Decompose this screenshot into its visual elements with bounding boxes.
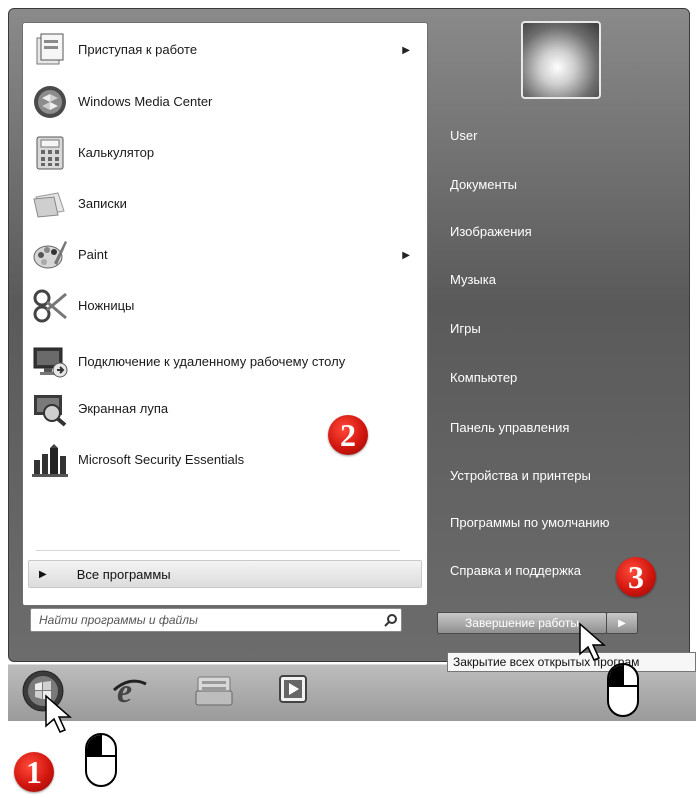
divider bbox=[36, 550, 400, 551]
mouse-left-click-icon bbox=[607, 663, 639, 717]
triangle-right-icon: ▶ bbox=[618, 617, 626, 629]
program-label: Microsoft Security Essentials bbox=[78, 452, 245, 467]
program-label: Windows Media Center bbox=[78, 94, 213, 109]
callout-3: 3 bbox=[616, 557, 656, 597]
all-programs-button[interactable]: ▶ Все программы bbox=[28, 560, 422, 588]
program-label: Подключение к удаленному рабочему столу bbox=[78, 354, 346, 369]
right-item-music[interactable]: Музыка bbox=[450, 272, 496, 287]
program-item-getting-started[interactable]: Приступая к работе ▶ bbox=[30, 28, 420, 72]
cursor-arrow-icon bbox=[45, 694, 72, 733]
cursor-arrow-icon bbox=[579, 622, 606, 661]
taskbar-media-player[interactable] bbox=[276, 672, 310, 706]
program-item-calculator[interactable]: Калькулятор bbox=[30, 131, 420, 175]
search-placeholder: Найти программы и файлы bbox=[39, 613, 198, 627]
user-avatar[interactable] bbox=[521, 21, 601, 99]
search-input[interactable]: Найти программы и файлы bbox=[30, 608, 402, 632]
magnifier-icon bbox=[30, 389, 70, 429]
right-item-default-programs[interactable]: Программы по умолчанию bbox=[450, 515, 609, 530]
shutdown-options-button[interactable]: ▶ bbox=[606, 612, 638, 634]
media-center-icon bbox=[30, 82, 70, 122]
triangle-right-icon: ▶ bbox=[39, 568, 47, 580]
taskbar-explorer[interactable] bbox=[192, 670, 236, 710]
media-player-icon bbox=[279, 675, 307, 703]
program-item-sticky-notes[interactable]: Записки bbox=[30, 182, 420, 226]
program-label: Ножницы bbox=[78, 298, 135, 313]
callout-1: 1 bbox=[14, 752, 54, 792]
program-label: Экранная лупа bbox=[78, 401, 169, 416]
right-item-documents[interactable]: Документы bbox=[450, 177, 517, 192]
callout-2: 2 bbox=[328, 415, 368, 455]
program-item-paint[interactable]: Paint ▶ bbox=[30, 233, 420, 277]
right-item-games[interactable]: Игры bbox=[450, 321, 481, 336]
scissors-icon bbox=[30, 286, 70, 326]
sticky-notes-icon bbox=[30, 184, 70, 224]
svg-text:e: e bbox=[117, 673, 132, 708]
mouse-left-click-icon bbox=[85, 733, 117, 787]
internet-explorer-icon: e bbox=[113, 673, 147, 708]
right-item-control-panel[interactable]: Панель управления bbox=[450, 420, 569, 435]
right-item-help-support[interactable]: Справка и поддержка bbox=[450, 563, 581, 578]
right-item-devices-printers[interactable]: Устройства и принтеры bbox=[450, 468, 591, 483]
program-item-snipping[interactable]: Ножницы bbox=[30, 284, 420, 328]
search-icon[interactable] bbox=[381, 613, 401, 627]
taskbar-internet-explorer[interactable]: e bbox=[110, 670, 150, 710]
program-label: Paint bbox=[78, 247, 108, 262]
remote-desktop-icon bbox=[30, 342, 70, 382]
right-item-pictures[interactable]: Изображения bbox=[450, 224, 532, 239]
submenu-arrow-icon[interactable]: ▶ bbox=[402, 250, 410, 261]
calculator-icon bbox=[30, 133, 70, 173]
right-item-user[interactable]: User bbox=[450, 128, 477, 143]
program-item-remote-desktop[interactable]: Подключение к удаленному рабочему столу bbox=[30, 338, 420, 386]
right-item-computer[interactable]: Компьютер bbox=[450, 370, 517, 385]
all-programs-label: Все программы bbox=[76, 566, 171, 582]
program-label: Записки bbox=[78, 196, 127, 211]
security-essentials-icon bbox=[30, 440, 70, 480]
program-item-media-center[interactable]: Windows Media Center bbox=[30, 80, 420, 124]
getting-started-icon bbox=[30, 30, 70, 70]
folder-icon bbox=[195, 676, 233, 706]
paint-icon bbox=[30, 235, 70, 275]
program-label: Приступая к работе bbox=[78, 42, 198, 57]
program-label: Калькулятор bbox=[78, 145, 155, 160]
shutdown-tooltip: Закрытие всех открытых програм bbox=[447, 652, 696, 672]
submenu-arrow-icon[interactable]: ▶ bbox=[402, 45, 410, 56]
